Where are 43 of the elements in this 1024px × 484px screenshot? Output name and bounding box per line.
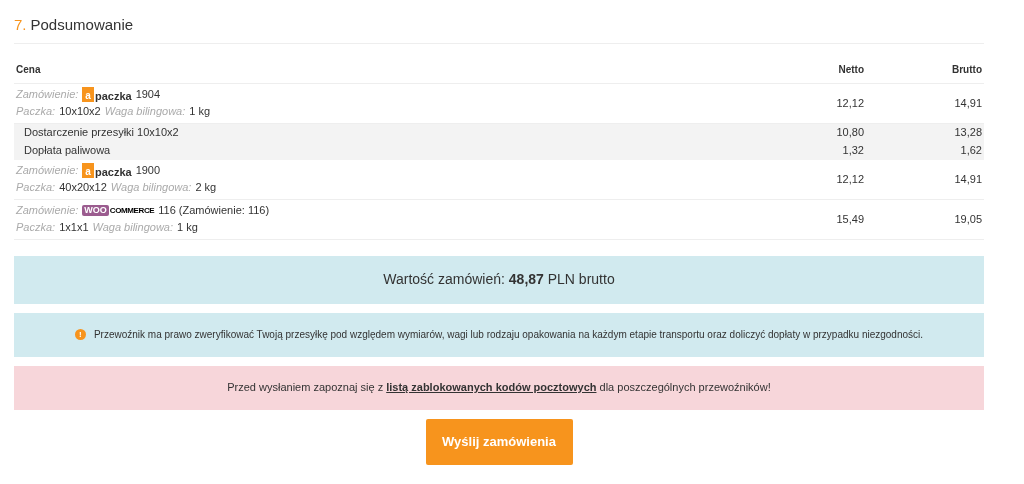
order-total: Wartość zamówień: 48,87 PLN brutto [383,270,615,289]
netto-cell-text: 1,32 [841,143,865,159]
order-label: Zamówienie: [16,163,79,178]
warning-text: Przed wysłaniem zapoznaj się z listą zablokowanych kodów pocztowych dla poszczególnych przewoźników! [227,380,771,396]
netto-cell-text: 15,49 [835,211,865,227]
package-label: Paczka: [16,104,56,119]
order-number: 1900 [135,163,161,178]
notice-text: Przewoźnik ma prawo zweryfikować Twoją przesyłkę pod względem wymiarów, wagi lub rodzaju opakowania na każdym etapie transportu oraz doliczyć dopłaty w przypadku niezgodności. [93,328,924,342]
warning-icon: ! [74,329,86,340]
brutto-cell-text: 19,05 [953,211,982,227]
weight-label: Waga bilingowa: [92,220,173,235]
order-number: 116 (Zamówienie: 116) [158,203,270,218]
woocommerce-logo: WOO COMMERCE [82,205,155,216]
netto-cell-text: 12,12 [835,95,865,111]
charge-label: Dopłata paliwowa [24,143,112,159]
netto-cell-text: 12,12 [835,171,865,187]
order-label: Zamówienie: [16,203,79,218]
package-size: 10x10x2 [59,104,101,119]
order-number: 1904 [135,87,161,102]
brutto-cell-text: 1,62 [959,143,982,159]
apaczka-logo: a paczka [82,87,132,102]
weight-label: Waga bilingowa: [110,180,192,195]
charge-label: Dostarczenie przesyłki 10x10x2 [24,125,180,141]
brutto-cell-text: 13,28 [953,125,982,141]
package-size: 40x20x12 [59,180,107,195]
weight-value: 1 kg [177,220,198,235]
weight-label: Waga bilingowa: [104,104,186,119]
package-size: 1x1x1 [59,220,89,235]
order-label: Zamówienie: [16,87,79,102]
section-title: Podsumowanie [30,15,134,35]
section-number: 7. [14,15,27,35]
brutto-cell-text: 14,91 [953,95,982,111]
column-header: Cena [16,62,42,77]
column-header: Netto [837,62,865,77]
brutto-cell-text: 14,91 [953,171,982,187]
package-label: Paczka: [16,180,56,195]
netto-cell-text: 10,80 [835,125,865,141]
package-label: Paczka: [16,220,56,235]
blocked-postcodes-link[interactable]: listą zablokowanych kodów pocztowych [386,381,597,394]
weight-value: 2 kg [195,180,217,195]
weight-value: 1 kg [189,104,211,119]
apaczka-logo: a paczka [82,163,132,178]
column-header: Brutto [951,62,982,77]
